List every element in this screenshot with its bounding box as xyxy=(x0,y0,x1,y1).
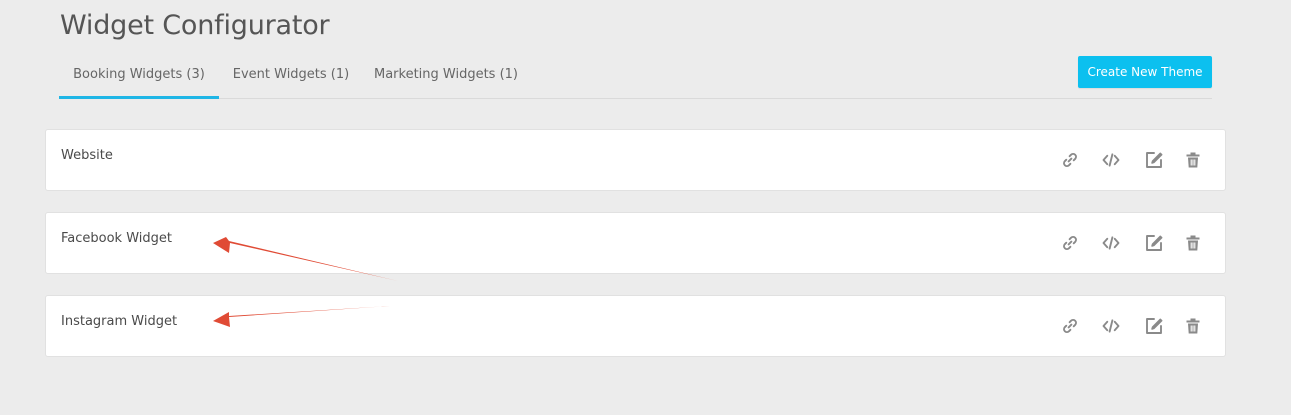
code-icon[interactable] xyxy=(1101,150,1121,170)
widget-row: Website xyxy=(45,129,1226,191)
tab-booking-widgets[interactable]: Booking Widgets (3) xyxy=(59,52,219,99)
widget-row: Instagram Widget xyxy=(45,295,1226,357)
trash-icon[interactable] xyxy=(1183,233,1203,253)
tab-event-widgets[interactable]: Event Widgets (1) xyxy=(229,52,353,98)
widget-name: Instagram Widget xyxy=(61,314,178,329)
widget-tabs: Booking Widgets (3) Event Widgets (1) Ma… xyxy=(59,52,1212,99)
widget-name: Website xyxy=(61,148,113,163)
link-icon[interactable] xyxy=(1060,233,1080,253)
create-new-theme-button[interactable]: Create New Theme xyxy=(1078,56,1212,88)
code-icon[interactable] xyxy=(1101,233,1121,253)
edit-icon[interactable] xyxy=(1144,233,1164,253)
trash-icon[interactable] xyxy=(1183,316,1203,336)
page-title: Widget Configurator xyxy=(60,10,330,41)
widget-row: Facebook Widget xyxy=(45,212,1226,274)
link-icon[interactable] xyxy=(1060,150,1080,170)
edit-icon[interactable] xyxy=(1144,316,1164,336)
edit-icon[interactable] xyxy=(1144,150,1164,170)
code-icon[interactable] xyxy=(1101,316,1121,336)
link-icon[interactable] xyxy=(1060,316,1080,336)
widget-name: Facebook Widget xyxy=(61,231,172,246)
trash-icon[interactable] xyxy=(1183,150,1203,170)
tab-marketing-widgets[interactable]: Marketing Widgets (1) xyxy=(371,52,521,98)
